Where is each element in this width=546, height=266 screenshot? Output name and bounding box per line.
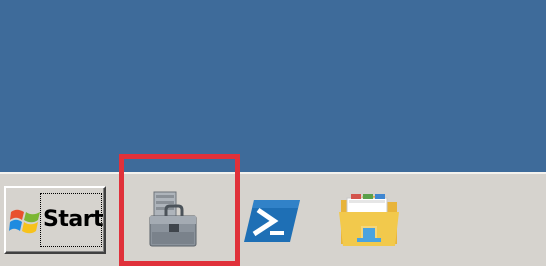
server-manager-icon[interactable] <box>142 188 206 252</box>
powershell-icon[interactable] <box>242 192 306 256</box>
start-label: Start <box>43 207 104 232</box>
windows-logo-icon <box>9 209 40 234</box>
file-explorer-icon[interactable] <box>337 188 401 252</box>
taskbar: Start <box>0 172 546 266</box>
desktop-background <box>0 0 546 172</box>
start-button[interactable]: Start <box>4 186 106 254</box>
